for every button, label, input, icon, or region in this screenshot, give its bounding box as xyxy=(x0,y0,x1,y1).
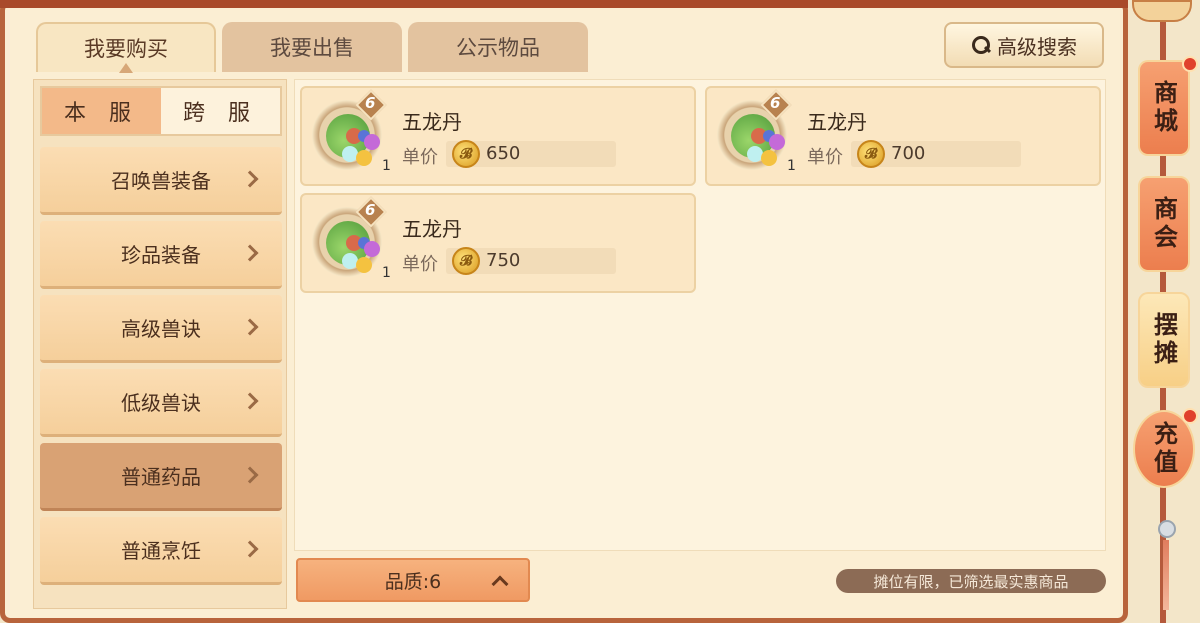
item-name: 五龙丹 xyxy=(402,110,462,134)
item-level: 6 xyxy=(770,94,781,112)
chevron-right-icon xyxy=(241,318,259,336)
category-label: 普通烹饪 xyxy=(121,539,201,563)
coin-icon: 𝓑 xyxy=(857,140,885,168)
rail-button-mall[interactable]: 商城 xyxy=(1138,60,1190,156)
rail-button-stall[interactable]: 摆摊 xyxy=(1138,292,1190,388)
rail-button-guild-shop[interactable]: 商会 xyxy=(1138,176,1190,272)
coin-icon: 𝓑 xyxy=(452,247,480,275)
server-toggle-cross[interactable]: 跨 服 xyxy=(161,88,280,134)
close-ornament-icon[interactable] xyxy=(1132,0,1192,22)
quality-filter-label: 品质:6 xyxy=(384,570,442,593)
category-item[interactable]: 普通烹饪 xyxy=(40,517,282,585)
server-toggle-local[interactable]: 本 服 xyxy=(42,88,161,134)
chevron-right-icon xyxy=(241,244,259,262)
jade-pendant-icon xyxy=(1158,520,1176,538)
advanced-search-label: 高级搜索 xyxy=(997,34,1077,59)
item-quantity: 1 xyxy=(787,158,796,174)
listing-card[interactable]: 6 1 五龙丹 单价 𝓑 700 xyxy=(705,86,1101,186)
notification-dot-icon xyxy=(1182,56,1198,72)
quality-filter-button[interactable]: 品质:6 xyxy=(296,558,530,602)
price-value: 650 xyxy=(486,143,521,164)
category-label: 普通药品 xyxy=(121,465,201,489)
listing-card[interactable]: 6 1 五龙丹 单价 𝓑 750 xyxy=(300,193,696,293)
item-name: 五龙丹 xyxy=(807,110,867,134)
category-label: 召唤兽装备 xyxy=(111,169,211,193)
price-label: 单价 xyxy=(402,254,438,275)
notice-banner: 摊位有限，已筛选最实惠商品 xyxy=(836,569,1106,593)
price-label: 单价 xyxy=(402,147,438,168)
category-item[interactable]: 高级兽诀 xyxy=(40,295,282,363)
item-quantity: 1 xyxy=(382,158,391,174)
chevron-right-icon xyxy=(241,466,259,484)
category-label: 高级兽诀 xyxy=(121,317,201,341)
category-item[interactable]: 珍品装备 xyxy=(40,221,282,289)
price-label: 单价 xyxy=(807,147,843,168)
advanced-search-button[interactable]: 高级搜索 xyxy=(944,22,1104,68)
coin-icon: 𝓑 xyxy=(452,140,480,168)
item-name: 五龙丹 xyxy=(402,217,462,241)
item-level: 6 xyxy=(365,94,376,112)
tab-sell[interactable]: 我要出售 xyxy=(222,22,402,72)
tassel-decoration xyxy=(1163,540,1169,610)
price-value: 700 xyxy=(891,143,926,164)
chevron-right-icon xyxy=(241,540,259,558)
category-label: 珍品装备 xyxy=(121,243,201,267)
price-value: 750 xyxy=(486,250,521,271)
search-icon xyxy=(971,35,991,55)
category-item-selected[interactable]: 普通药品 xyxy=(40,443,282,511)
category-item[interactable]: 低级兽诀 xyxy=(40,369,282,437)
item-level: 6 xyxy=(365,201,376,219)
notification-dot-icon xyxy=(1182,408,1198,424)
server-toggle: 本 服 跨 服 xyxy=(40,86,282,136)
item-quantity: 1 xyxy=(382,265,391,281)
category-item[interactable]: 召唤兽装备 xyxy=(40,147,282,215)
chevron-right-icon xyxy=(241,170,259,188)
listing-card[interactable]: 6 1 五龙丹 单价 𝓑 650 xyxy=(300,86,696,186)
category-label: 低级兽诀 xyxy=(121,391,201,415)
tab-public-items[interactable]: 公示物品 xyxy=(408,22,588,72)
top-border xyxy=(0,0,1128,8)
chevron-up-icon xyxy=(491,575,509,593)
chevron-right-icon xyxy=(241,392,259,410)
